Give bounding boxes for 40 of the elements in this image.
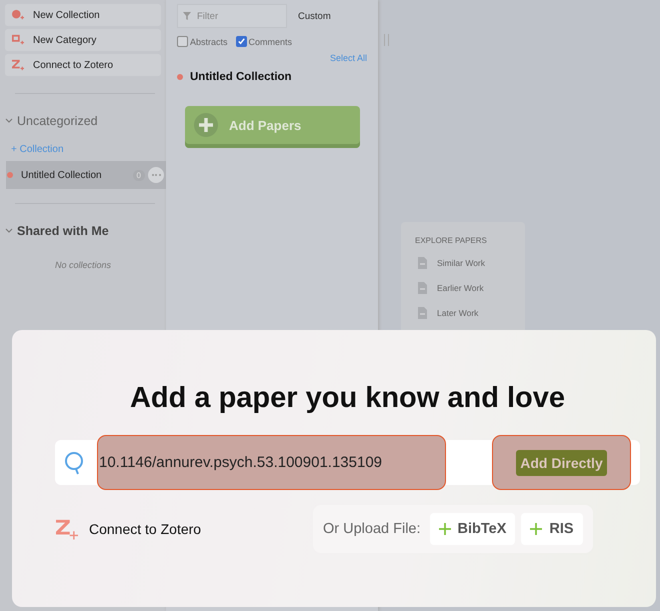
chevron-icon[interactable]: [5, 118, 13, 124]
empty-message: No collections: [54, 260, 112, 270]
filter-field[interactable]: Filter: [177, 4, 287, 28]
connect-zotero-link[interactable]: Connect to Zotero: [55, 518, 313, 540]
resize-handle[interactable]: [384, 34, 389, 46]
collection-name: Untitled Collection: [21, 170, 103, 180]
paper-input-field[interactable]: 10.1146/annurev.psych.53.100901.135109: [97, 435, 446, 490]
plus-icon: [193, 112, 219, 138]
zotero-logo-icon: [11, 59, 25, 71]
collection-title: Untitled Collection: [190, 71, 292, 83]
explore-item[interactable]: Similar Work: [415, 256, 525, 270]
chevron-icon[interactable]: [5, 228, 13, 234]
sidebar-action-button[interactable]: New Collection: [5, 4, 161, 26]
plus-icon: [438, 523, 451, 535]
filter-icon: [183, 12, 191, 20]
explore-item[interactable]: Later Work: [415, 306, 525, 320]
panel-heading: EXPLORE PAPERS: [415, 236, 488, 245]
section-title: Shared with Me: [17, 224, 109, 238]
plus-icon: [530, 523, 542, 535]
zotero-logo-icon: [55, 518, 79, 540]
checkbox[interactable]: [236, 36, 247, 47]
section-title: Uncategorized: [17, 114, 98, 128]
explore-item[interactable]: Earlier Work: [415, 281, 525, 295]
checkbox[interactable]: [177, 36, 188, 47]
upload-label: Or Upload File:: [323, 521, 421, 537]
more-icon[interactable]: [148, 167, 164, 183]
sidebar-action-button[interactable]: New Category: [5, 29, 161, 51]
document-icon: [415, 281, 429, 295]
search-icon: [64, 450, 86, 474]
collection-plus-icon: [11, 9, 25, 21]
category-plus-icon: [11, 34, 25, 46]
dialog-title: Add a paper you know and love: [128, 382, 566, 415]
document-icon: [415, 306, 429, 320]
upload-button[interactable]: RIS: [521, 513, 583, 545]
upload-button[interactable]: BibTeX: [430, 513, 516, 545]
sidebar-action-button[interactable]: Connect to Zotero: [5, 54, 161, 76]
document-icon: [415, 256, 429, 270]
sort-label[interactable]: Custom: [298, 10, 331, 22]
checkbox-label: Abstracts: [190, 36, 228, 46]
checkbox-label: Comments: [248, 36, 292, 46]
